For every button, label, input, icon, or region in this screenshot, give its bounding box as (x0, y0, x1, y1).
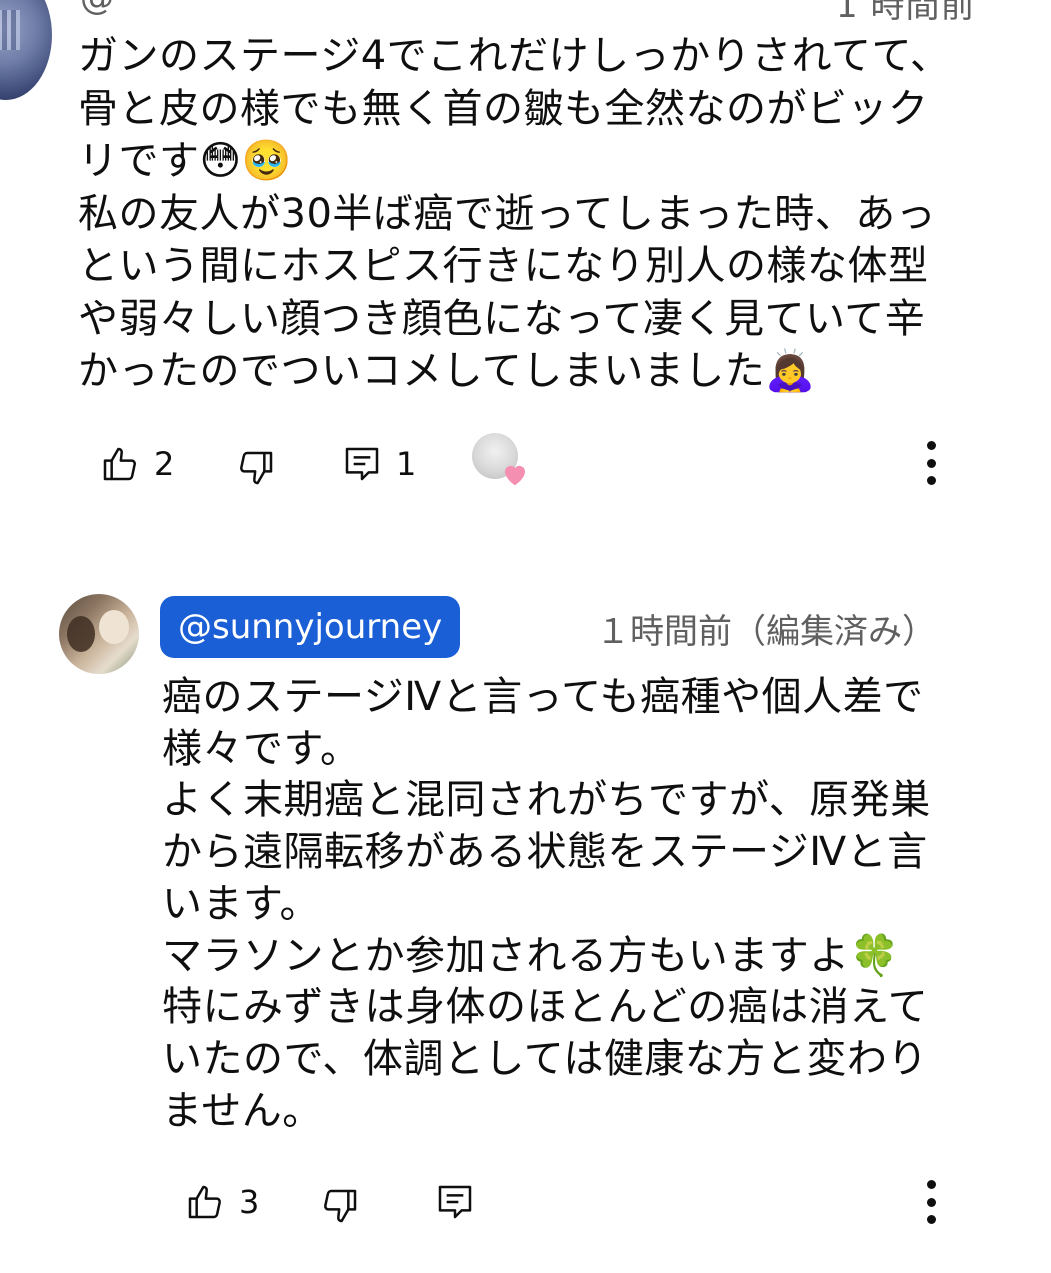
creator-heart-icon (505, 465, 525, 486)
comment-line: よく末期癌と混同されがちですが、原発巣 (162, 777, 931, 824)
comment-body: 癌のステージⅣと言っても癌種や個人差で 様々です。 よく末期癌と混同されがちです… (162, 672, 982, 1137)
more-vert-icon[interactable] (924, 441, 938, 485)
comment-line: という間にホスピス行きになり別人の様な体型 (78, 243, 929, 289)
reply-count: 1 (396, 445, 417, 483)
like-button[interactable]: 3 (185, 1182, 259, 1222)
reply-button[interactable] (435, 1182, 475, 1222)
comment-line: かったのでついコメしてしまいました🙇‍♀️ (78, 348, 816, 394)
thumbs-down-icon (324, 1189, 357, 1223)
comment-timestamp: １時間前（編集済み） (596, 612, 936, 652)
comment-line: 骨と皮の様でも無く首の皺も全然なのがビック (78, 85, 929, 132)
comment-line: 私の友人が30半ば癌で逝ってしまった時、あっ (78, 190, 937, 237)
creator-heart (472, 433, 532, 493)
more-vert-icon[interactable] (924, 1180, 938, 1224)
reply-icon (345, 447, 379, 481)
thumbs-up-icon (188, 1185, 221, 1219)
comment-author-handle[interactable]: @ (80, 0, 114, 18)
like-count: 2 (154, 445, 175, 483)
comment-timestamp: 1 時間前 (836, 0, 976, 26)
reply-button[interactable]: 1 (342, 444, 416, 484)
like-count: 3 (239, 1183, 260, 1221)
comment-line: いたので、体調としては健康な方と変わり (162, 1035, 928, 1082)
thumbs-up-icon (103, 447, 136, 481)
comment-author-handle[interactable]: @sunnyjourney (160, 596, 461, 658)
comment-line: から遠隔転移がある状態をステージⅣと言 (162, 829, 928, 876)
dislike-button[interactable] (320, 1186, 360, 1226)
reply-icon (438, 1185, 472, 1219)
comment-line: リです😳🥹 (78, 138, 293, 184)
comment-line: 様々です。 (162, 725, 361, 772)
comment-line: 特にみずきは身体のほとんどの癌は消えて (162, 984, 929, 1031)
comment-line: 癌のステージⅣと言っても癌種や個人差で (162, 674, 924, 720)
comment-line: います。 (162, 880, 320, 927)
commenter-avatar[interactable] (59, 594, 139, 674)
comment-line: マラソンとか参加される方もいますよ🍀 (162, 932, 901, 979)
comment-line: ガンのステージ4でこれだけしっかりされてて、 (78, 33, 951, 79)
like-button[interactable]: 2 (100, 444, 174, 484)
dislike-button[interactable] (236, 448, 276, 488)
comment-line: や弱々しい顔つき顔色になって凄く見ていて辛 (78, 295, 926, 342)
comment-line: ません。 (162, 1087, 323, 1134)
thumbs-down-icon (240, 451, 273, 485)
comment-body: ガンのステージ4でこれだけしっかりされてて、 骨と皮の様でも無く首の皺も全然なの… (78, 30, 978, 398)
commenter-avatar[interactable] (0, 0, 52, 100)
